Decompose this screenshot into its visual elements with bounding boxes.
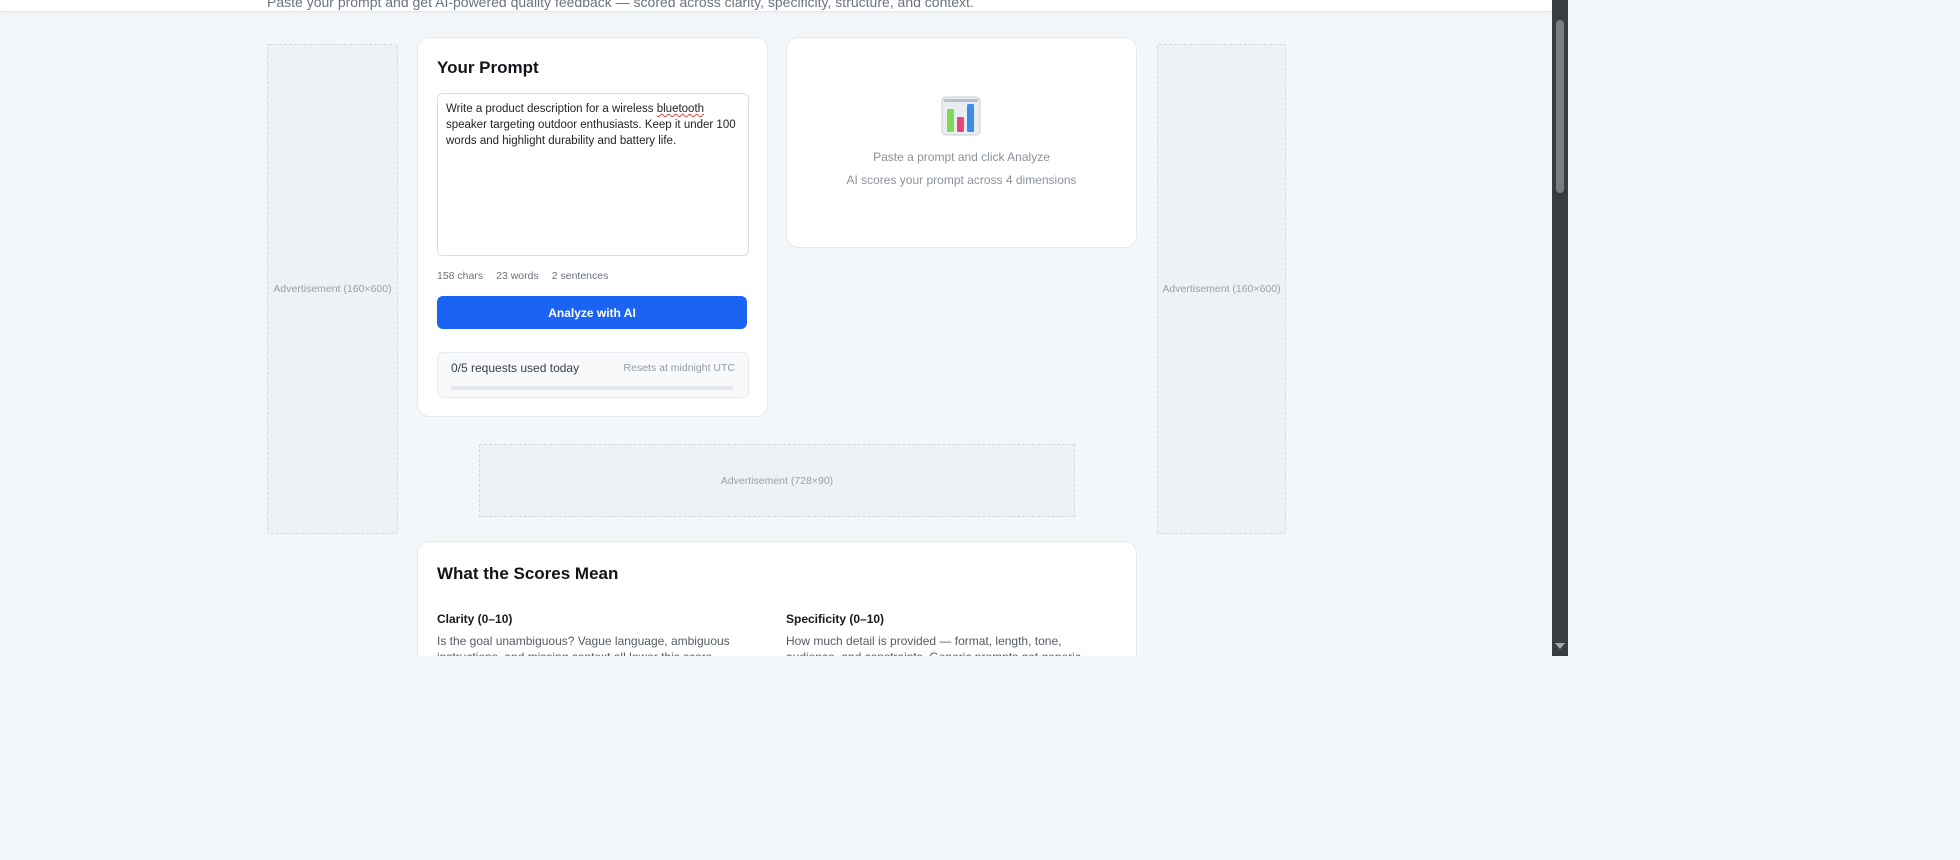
score-item-clarity: Clarity (0–10) Is the goal unambiguous? … <box>437 612 757 656</box>
scroll-down-arrow-icon[interactable] <box>1555 643 1565 649</box>
score-item-specificity: Specificity (0–10) How much detail is pr… <box>786 612 1106 656</box>
page-subtitle: Paste your prompt and get AI-powered qua… <box>267 0 974 10</box>
analyze-button[interactable]: Analyze with AI <box>437 296 747 329</box>
result-placeholder-subtitle: AI scores your prompt across 4 dimension… <box>846 173 1077 187</box>
usage-reset-note: Resets at midnight UTC <box>623 362 735 374</box>
char-count: 158 chars <box>437 270 484 282</box>
score-name: Specificity (0–10) <box>786 612 885 626</box>
page-viewport: Paste your prompt and get AI-powered qua… <box>0 0 1552 656</box>
prompt-textarea[interactable]: Write a product description for a wirele… <box>437 93 749 256</box>
usage-panel: 0/5 requests used today Resets at midnig… <box>437 352 749 398</box>
vertical-scrollbar[interactable] <box>1552 0 1568 656</box>
prompt-stats: 158 chars 23 words 2 sentences <box>437 270 608 282</box>
result-placeholder-title: Paste a prompt and click Analyze <box>873 150 1050 164</box>
bar-chart-icon <box>941 96 981 136</box>
prompt-card: Your Prompt Write a product description … <box>417 37 768 417</box>
scores-title: What the Scores Mean <box>437 564 619 583</box>
prompt-text-end: speaker targeting outdoor enthusiasts. K… <box>446 119 736 147</box>
word-count: 23 words <box>496 270 539 282</box>
ad-right-skyscraper[interactable]: Advertisement (160×600) <box>1157 44 1286 534</box>
score-name: Clarity (0–10) <box>437 612 513 626</box>
prompt-card-title: Your Prompt <box>437 58 539 77</box>
score-description: How much detail is provided — format, le… <box>786 634 1081 656</box>
scrollbar-thumb[interactable] <box>1556 20 1564 193</box>
result-placeholder-card: Paste a prompt and click Analyze AI scor… <box>786 37 1137 248</box>
ad-left-skyscraper[interactable]: Advertisement (160×600) <box>267 44 398 534</box>
ad-banner[interactable]: Advertisement (728×90) <box>479 444 1075 517</box>
usage-progress-bar <box>451 386 733 390</box>
misspelled-word: bluetooth <box>656 103 705 115</box>
top-header: Paste your prompt and get AI-powered qua… <box>0 0 1552 12</box>
sentence-count: 2 sentences <box>551 270 609 282</box>
scores-explainer-card: What the Scores Mean Clarity (0–10) Is t… <box>417 541 1137 656</box>
usage-count: 0/5 requests used today <box>451 361 580 375</box>
prompt-text-start: Write a product description for a wirele… <box>446 103 657 115</box>
score-description: Is the goal unambiguous? Vague language,… <box>437 634 730 656</box>
